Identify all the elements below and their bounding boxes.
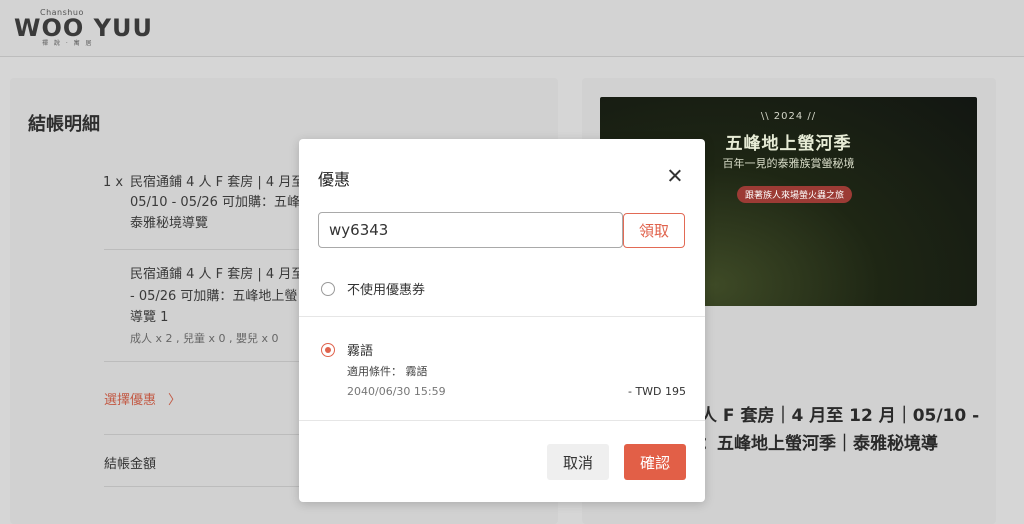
option-divider	[299, 316, 705, 317]
cancel-button[interactable]: 取消	[547, 444, 609, 480]
coupon-code-input[interactable]	[318, 212, 623, 248]
coupon-modal: 優惠 領取 不使用優惠券 霧語 適用條件： 霧語 2040/06/30 15:5…	[299, 139, 705, 502]
no-coupon-label[interactable]: 不使用優惠券	[347, 279, 425, 298]
footer-divider	[299, 420, 705, 421]
coupon-amount: - TWD 195	[628, 385, 687, 398]
coupon-condition-label: 適用條件：	[347, 365, 402, 378]
coupon-expiry: 2040/06/30 15:59	[347, 385, 446, 398]
no-coupon-radio[interactable]	[321, 282, 335, 296]
claim-button[interactable]: 領取	[623, 213, 685, 248]
confirm-button[interactable]: 確認	[624, 444, 686, 480]
coupon-name[interactable]: 霧語	[347, 340, 373, 359]
close-icon[interactable]	[665, 166, 685, 186]
coupon-condition: 適用條件： 霧語	[347, 363, 428, 379]
modal-title: 優惠	[318, 170, 351, 189]
coupon-radio-selected[interactable]	[321, 343, 335, 357]
coupon-condition-value: 霧語	[405, 365, 428, 378]
